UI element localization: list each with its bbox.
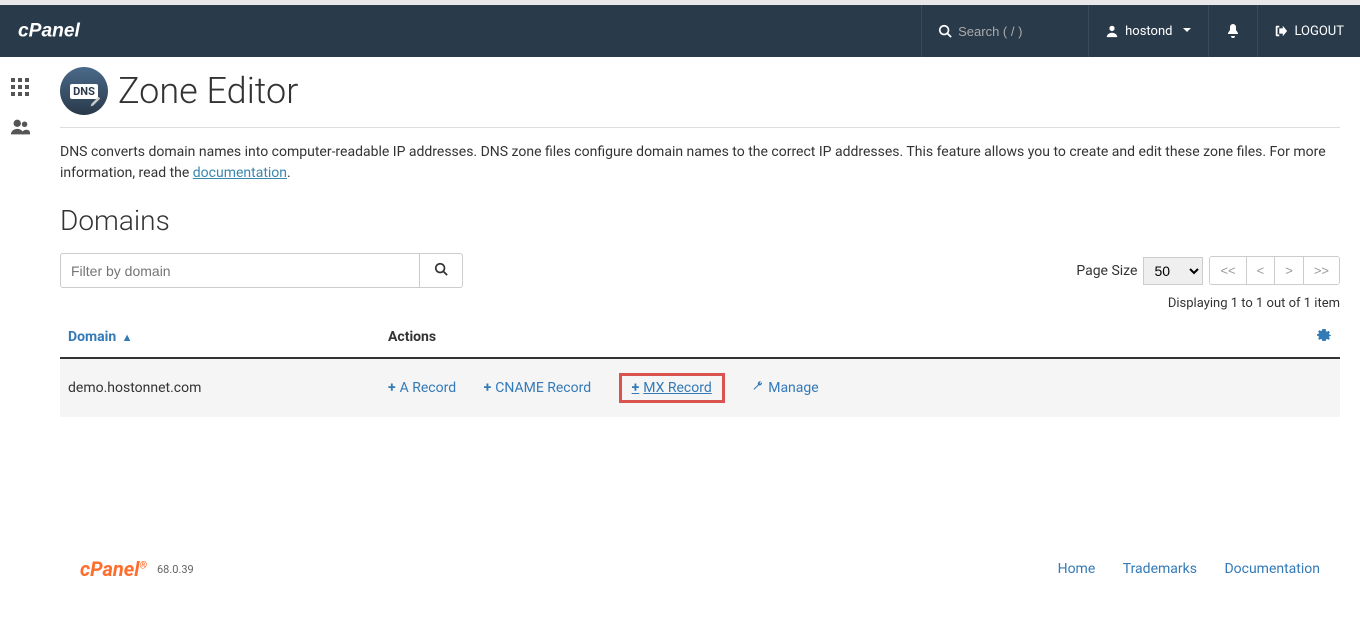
column-actions-label: Actions <box>388 329 436 345</box>
logout-button[interactable]: LOGOUT <box>1257 5 1360 57</box>
filter-search-button[interactable] <box>420 253 463 288</box>
search-input[interactable] <box>952 18 1072 45</box>
manage-label: Manage <box>768 380 818 396</box>
plus-icon: + <box>388 380 396 396</box>
search-icon <box>434 262 448 276</box>
wrench-icon <box>752 380 764 396</box>
column-domain-header[interactable]: Domain ▲ <box>60 317 380 358</box>
section-title: Domains <box>60 204 1340 237</box>
dns-icon: DNS <box>60 67 108 115</box>
page-size-select[interactable]: 50 <box>1143 257 1203 285</box>
intro-text: DNS converts domain names into computer-… <box>60 142 1340 184</box>
sidebar <box>0 57 40 621</box>
username-label: hostond <box>1125 24 1172 39</box>
footer-home-link[interactable]: Home <box>1058 561 1096 577</box>
add-mx-record-button[interactable]: + MX Record <box>632 380 712 396</box>
cname-record-label: CNAME Record <box>495 380 591 396</box>
domains-table: Domain ▲ Actions demo.hostonnet.com <box>60 317 1340 417</box>
top-navigation: cPanel hostond LOGOUT <box>0 5 1360 57</box>
filter-domain-input[interactable] <box>60 253 420 288</box>
pager: << < > >> <box>1209 256 1340 285</box>
manage-button[interactable]: Manage <box>752 380 818 396</box>
add-a-record-button[interactable]: + A Record <box>388 380 456 396</box>
intro-suffix: . <box>287 165 291 181</box>
page-title: Zone Editor <box>118 70 298 112</box>
mx-record-label: MX Record <box>643 380 711 396</box>
logout-icon <box>1274 24 1288 38</box>
footer-cpanel-logo: cPanel® <box>80 557 147 581</box>
grid-icon <box>10 77 30 97</box>
pager-prev-button[interactable]: < <box>1247 257 1276 284</box>
footer-version: 68.0.39 <box>157 563 194 576</box>
user-icon <box>1105 24 1119 38</box>
footer-documentation-link[interactable]: Documentation <box>1224 561 1320 577</box>
page-size-label: Page Size <box>1076 263 1137 279</box>
pager-first-button[interactable]: << <box>1210 257 1246 284</box>
sidebar-users-button[interactable] <box>0 107 40 147</box>
table-row: demo.hostonnet.com + A Record + CNAME Re… <box>60 358 1340 417</box>
displaying-text: Displaying 1 to 1 out of 1 item <box>60 296 1340 311</box>
sort-asc-icon: ▲ <box>122 331 133 344</box>
svg-text:cPanel: cPanel <box>18 21 81 42</box>
a-record-label: A Record <box>400 380 456 396</box>
search-wrap <box>921 5 1088 57</box>
plus-icon: + <box>484 380 492 396</box>
mx-record-highlight: + MX Record <box>619 373 725 403</box>
column-domain-label: Domain <box>68 329 116 345</box>
sidebar-apps-button[interactable] <box>0 67 40 107</box>
cpanel-logo[interactable]: cPanel <box>0 17 132 45</box>
column-actions-header: Actions <box>380 317 1300 358</box>
plus-icon: + <box>632 380 640 396</box>
logout-label: LOGOUT <box>1294 24 1344 39</box>
domain-cell: demo.hostonnet.com <box>60 358 380 417</box>
user-menu[interactable]: hostond <box>1088 5 1208 57</box>
notifications-button[interactable] <box>1208 5 1257 57</box>
bell-icon <box>1225 23 1241 39</box>
main-content: DNS Zone Editor DNS converts domain name… <box>40 57 1360 621</box>
footer: cPanel® 68.0.39 Home Trademarks Document… <box>60 537 1340 601</box>
search-icon <box>938 24 952 38</box>
pager-next-button[interactable]: > <box>1275 257 1304 284</box>
documentation-link[interactable]: documentation <box>193 165 287 181</box>
caret-down-icon <box>1182 24 1192 39</box>
add-cname-record-button[interactable]: + CNAME Record <box>484 380 592 396</box>
footer-trademarks-link[interactable]: Trademarks <box>1123 561 1197 577</box>
users-icon <box>9 116 31 138</box>
gear-icon[interactable] <box>1316 331 1332 347</box>
pager-last-button[interactable]: >> <box>1304 257 1339 284</box>
